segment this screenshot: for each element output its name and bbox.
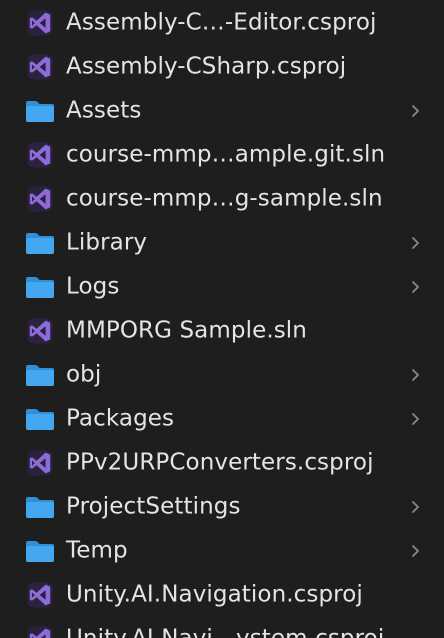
file-row[interactable]: Unity.AI.Navi…ystem.csproj (0, 617, 444, 638)
item-name: Assembly-C…-Editor.csproj (66, 9, 377, 36)
item-name: Logs (66, 273, 120, 300)
folder-icon (25, 492, 55, 522)
folder-icon (25, 228, 55, 258)
item-name: Assets (66, 97, 142, 124)
chevron-right-icon[interactable] (409, 235, 421, 251)
folder-icon (25, 404, 55, 434)
chevron-right-icon[interactable] (409, 499, 421, 515)
visual-studio-icon (25, 316, 55, 346)
folder-icon (25, 360, 55, 390)
item-name: course-mmp…g-sample.sln (66, 185, 383, 212)
chevron-right-icon[interactable] (409, 543, 421, 559)
item-name: Assembly-CSharp.csproj (66, 53, 347, 80)
file-row[interactable]: Assembly-CSharp.csproj (0, 45, 444, 89)
folder-row[interactable]: Library (0, 221, 444, 265)
folder-row[interactable]: Logs (0, 265, 444, 309)
file-row[interactable]: course-mmp…ample.git.sln (0, 133, 444, 177)
folder-row[interactable]: obj (0, 353, 444, 397)
item-name: Library (66, 229, 148, 256)
folder-icon (25, 536, 55, 566)
chevron-right-icon[interactable] (409, 411, 421, 427)
visual-studio-icon (25, 8, 55, 38)
file-list: Assembly-C…-Editor.csproj Assembly-CSharp… (0, 0, 444, 638)
item-name: Unity.AI.Navi…ystem.csproj (66, 625, 384, 638)
chevron-right-icon[interactable] (409, 103, 421, 119)
chevron-right-icon[interactable] (409, 367, 421, 383)
item-name: Packages (66, 405, 175, 432)
item-name: obj (66, 361, 102, 388)
chevron-right-icon[interactable] (409, 279, 421, 295)
visual-studio-icon (25, 140, 55, 170)
folder-row[interactable]: Temp (0, 529, 444, 573)
visual-studio-icon (25, 624, 55, 638)
item-name: Unity.AI.Navigation.csproj (66, 581, 363, 608)
item-name: Temp (66, 537, 128, 564)
file-row[interactable]: PPv2URPConverters.csproj (0, 441, 444, 485)
folder-row[interactable]: Packages (0, 397, 444, 441)
folder-icon (25, 272, 55, 302)
visual-studio-icon (25, 184, 55, 214)
folder-row[interactable]: ProjectSettings (0, 485, 444, 529)
item-name: ProjectSettings (66, 493, 241, 520)
file-row[interactable]: course-mmp…g-sample.sln (0, 177, 444, 221)
item-name: PPv2URPConverters.csproj (66, 449, 374, 476)
folder-icon (25, 96, 55, 126)
folder-row[interactable]: Assets (0, 89, 444, 133)
file-row[interactable]: Unity.AI.Navigation.csproj (0, 573, 444, 617)
item-name: course-mmp…ample.git.sln (66, 141, 386, 168)
file-row[interactable]: MMPORG Sample.sln (0, 309, 444, 353)
file-row[interactable]: Assembly-C…-Editor.csproj (0, 1, 444, 45)
item-name: MMPORG Sample.sln (66, 317, 307, 344)
visual-studio-icon (25, 52, 55, 82)
visual-studio-icon (25, 448, 55, 478)
visual-studio-icon (25, 580, 55, 610)
